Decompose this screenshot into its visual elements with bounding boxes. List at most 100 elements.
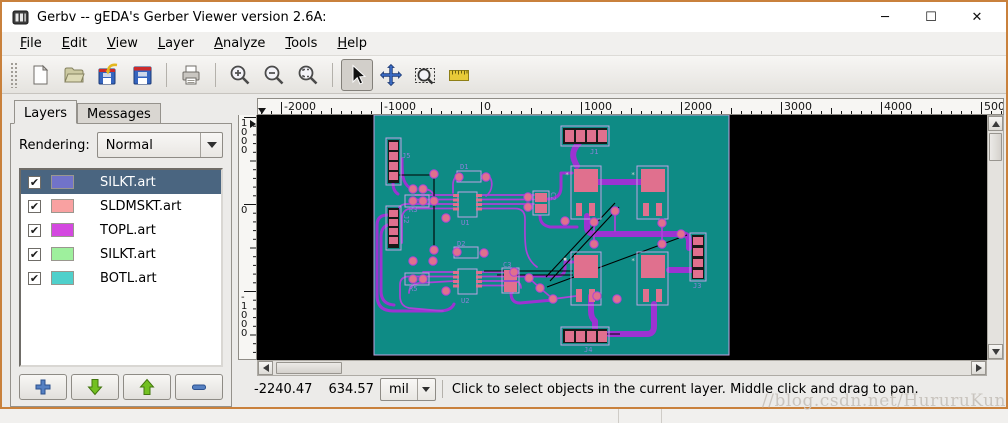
unit-select[interactable]: mil — [380, 377, 436, 401]
layer-name: SILKT.art — [100, 246, 156, 262]
zoom-fit-icon — [298, 65, 318, 84]
svg-text:4000: 4000 — [884, 100, 912, 113]
ruler-corner — [238, 98, 257, 115]
layer-visibility-checkbox[interactable]: ✔ — [28, 223, 41, 237]
layer-row-topl.art[interactable]: ✔ TOPL.art — [21, 218, 221, 242]
horizontal-scrollbar[interactable] — [257, 360, 987, 376]
layer-visibility-checkbox[interactable]: ✔ — [28, 271, 41, 285]
cursor-coordinates: -2240.47 634.57 — [254, 382, 374, 397]
close-button[interactable]: ✕ — [954, 2, 1000, 32]
print-button[interactable] — [175, 59, 207, 91]
menu-analyze[interactable]: Analyze — [204, 33, 275, 54]
vertical-scrollbar[interactable] — [987, 115, 1004, 360]
layer-visibility-checkbox[interactable]: ✔ — [28, 247, 41, 261]
plus-icon — [35, 379, 51, 395]
move-layer-up-button[interactable] — [123, 374, 171, 400]
top-ruler: -2000 -1000 0 1000 2000 3000 4000 5000 — [257, 98, 1004, 115]
sidebar-tabs: Layers Messages — [10, 100, 232, 124]
scroll-up-button[interactable] — [988, 116, 1003, 131]
tab-messages[interactable]: Messages — [77, 103, 161, 124]
scroll-down-button[interactable] — [988, 344, 1003, 359]
layer-visibility-checkbox[interactable]: ✔ — [28, 199, 41, 213]
layer-visibility-checkbox[interactable]: ✔ — [28, 175, 41, 189]
window-title: Gerbv -- gEDA's Gerber Viewer version 2.… — [37, 9, 327, 25]
toolbar-grip[interactable] — [10, 61, 19, 88]
menu-file[interactable]: File — [10, 33, 52, 54]
sidebar: Layers Messages Rendering: Normal ✔ SILKT… — [10, 94, 232, 407]
pan-tool-button[interactable] — [375, 59, 407, 91]
svg-text:J1: J1 — [590, 148, 598, 156]
layer-row-silkt.art[interactable]: ✔ SILKT.art — [21, 170, 221, 194]
canvas-row: 10000-1000 J5 J2 J1 J3 J4 U1 U2 D1 D2 C2… — [238, 114, 1006, 360]
save-button[interactable] — [126, 59, 158, 91]
minus-icon — [192, 384, 206, 390]
layer-name: TOPL.art — [100, 222, 156, 238]
svg-text:R5: R5 — [409, 285, 417, 293]
window-controls: ─ ☐ ✕ — [862, 2, 1000, 32]
hscroll-row — [238, 360, 1006, 376]
layer-row-botl.art[interactable]: ✔ BOTL.art — [21, 266, 221, 290]
triangle-right-icon — [975, 364, 982, 372]
layer-row-sldmskt.art[interactable]: ✔ SLDMSKT.art — [21, 194, 221, 218]
open-button[interactable] — [58, 59, 90, 91]
menu-edit[interactable]: Edit — [52, 33, 97, 54]
scroll-left-button[interactable] — [258, 361, 273, 375]
svg-text:0: 0 — [484, 100, 491, 113]
toolbar-separator — [166, 62, 167, 87]
vertical-scroll-thumb[interactable] — [989, 133, 1002, 161]
svg-text:-2000: -2000 — [284, 100, 316, 113]
pointer-tool-button[interactable] — [341, 58, 373, 91]
toolbar-separator — [215, 62, 216, 87]
content-area: Layers Messages Rendering: Normal ✔ SILKT… — [2, 94, 1006, 407]
layer-color-swatch[interactable] — [51, 175, 74, 189]
status-bar: -2240.47 634.57 mil Click to select obje… — [238, 376, 1006, 402]
rendering-value: Normal — [105, 137, 153, 153]
svg-text:*: * — [631, 171, 635, 179]
menu-layer[interactable]: Layer — [148, 33, 204, 54]
maximize-button[interactable]: ☐ — [908, 2, 954, 32]
save-as-button[interactable] — [92, 59, 124, 91]
layer-list: ✔ SILKT.art ✔ SLDMSKT.art ✔ TOPL.art ✔ SILKT.ar… — [19, 168, 223, 367]
new-file-icon — [33, 64, 49, 84]
layer-row-silkt.art[interactable]: ✔ SILKT.art — [21, 242, 221, 266]
svg-text:0: 0 — [241, 205, 247, 216]
add-layer-button[interactable] — [19, 374, 67, 400]
rendering-select[interactable]: Normal — [96, 132, 223, 158]
zoom-in-button[interactable] — [224, 59, 256, 91]
layer-color-swatch[interactable] — [51, 271, 74, 285]
svg-text:5000: 5000 — [984, 100, 1004, 113]
status-message: Click to select objects in the current l… — [451, 381, 919, 397]
svg-text:J2: J2 — [402, 215, 410, 223]
layer-color-swatch[interactable] — [51, 247, 74, 261]
menu-view[interactable]: View — [97, 33, 148, 54]
coordinate-y: 634.57 — [328, 381, 374, 397]
measure-ruler-icon — [449, 69, 469, 81]
svg-text:J5: J5 — [402, 152, 410, 160]
save-icon — [133, 66, 152, 84]
screen: Gerbv -- gEDA's Gerber Viewer version 2.… — [0, 0, 1008, 423]
svg-text:D1: D1 — [460, 163, 468, 171]
menu-bar: File Edit View Layer Analyze Tools Help — [2, 32, 1006, 56]
layer-color-swatch[interactable] — [51, 199, 74, 213]
menu-tools[interactable]: Tools — [275, 33, 327, 54]
gerber-canvas[interactable]: J5 J2 J1 J3 J4 U1 U2 D1 D2 C2 C3 R3 R5 * * * ▪ — [257, 114, 987, 360]
measure-tool-button[interactable] — [443, 59, 475, 91]
zoom-fit-button[interactable] — [292, 59, 324, 91]
tab-layers[interactable]: Layers — [14, 100, 78, 124]
horizontal-scroll-thumb[interactable] — [276, 362, 342, 374]
layer-color-swatch[interactable] — [51, 223, 74, 237]
triangle-left-icon — [262, 364, 269, 372]
rendering-label: Rendering: — [19, 137, 90, 153]
svg-text:J3: J3 — [693, 282, 701, 290]
new-button[interactable] — [24, 59, 56, 91]
minimize-button[interactable]: ─ — [862, 2, 908, 32]
left-ruler: 10000-1000 — [238, 115, 257, 360]
move-layer-down-button[interactable] — [71, 374, 119, 400]
zoom-region-tool-button[interactable] — [409, 59, 441, 91]
layer-name: SLDMSKT.art — [100, 198, 182, 214]
connector-j2 — [385, 205, 402, 251]
menu-help[interactable]: Help — [327, 33, 377, 54]
remove-layer-button[interactable] — [175, 374, 223, 400]
scroll-right-button[interactable] — [971, 361, 986, 375]
zoom-out-button[interactable] — [258, 59, 290, 91]
